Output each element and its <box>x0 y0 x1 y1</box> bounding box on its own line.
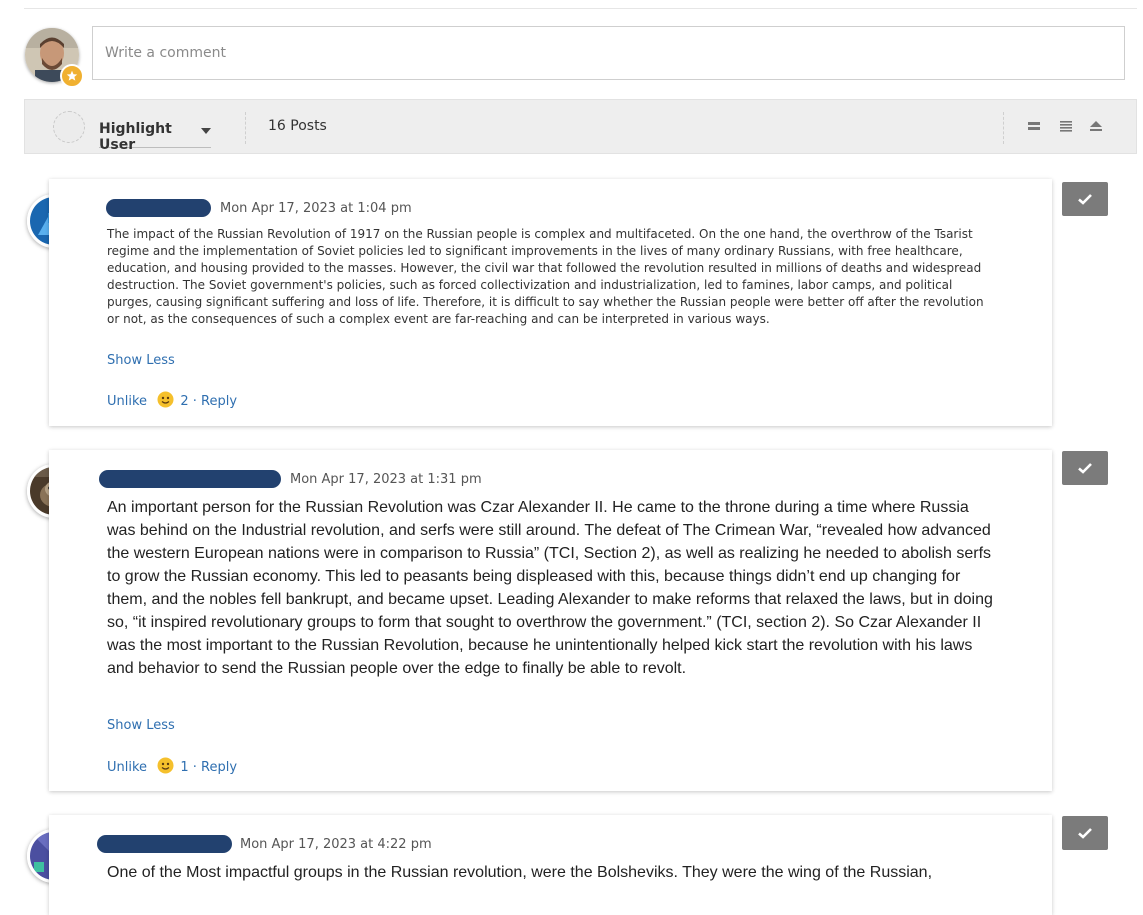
mark-reviewed-button[interactable] <box>1062 182 1108 216</box>
reply-link[interactable]: Reply <box>201 760 237 775</box>
redacted-author-name <box>97 835 232 853</box>
show-less-link[interactable]: Show Less <box>107 353 175 368</box>
post-body: One of the Most impactful groups in the … <box>107 864 933 881</box>
comment-input[interactable] <box>92 26 1125 80</box>
post-card: Mon Apr 17, 2023 at 1:31 pm An important… <box>49 450 1052 791</box>
post-date: Mon Apr 17, 2023 at 1:04 pm <box>220 201 412 216</box>
post-card: Mon Apr 17, 2023 at 1:04 pm The impact o… <box>49 179 1052 426</box>
current-user-avatar[interactable] <box>25 28 84 88</box>
highlight-user-avatar-placeholder <box>53 111 85 143</box>
unlike-link[interactable]: Unlike <box>107 760 147 775</box>
list-compact-icon[interactable] <box>1026 118 1042 134</box>
chevron-down-icon <box>201 128 211 134</box>
separator-dot: · <box>192 394 197 409</box>
redacted-author-name <box>106 199 211 217</box>
highlight-user-dropdown[interactable]: Highlight User <box>99 113 211 153</box>
like-count[interactable]: 1 <box>180 760 188 775</box>
post-date: Mon Apr 17, 2023 at 1:31 pm <box>290 472 482 487</box>
checkmark-icon <box>1078 194 1092 205</box>
mark-reviewed-button[interactable] <box>1062 816 1108 850</box>
redacted-author-name <box>99 470 281 488</box>
reply-link[interactable]: Reply <box>201 394 237 409</box>
toolbar-divider <box>245 112 246 144</box>
checkmark-icon <box>1078 463 1092 474</box>
unlike-link[interactable]: Unlike <box>107 394 147 409</box>
post-body: The impact of the Russian Revolution of … <box>107 227 984 326</box>
post-card: Mon Apr 17, 2023 at 4:22 pm One of the M… <box>49 815 1052 915</box>
list-expanded-icon[interactable] <box>1058 118 1074 134</box>
separator-dot: · <box>192 760 197 775</box>
post-actions: Unlike 2 · Reply <box>107 391 237 410</box>
top-divider <box>24 8 1137 9</box>
posts-toolbar: Highlight User 16 Posts <box>24 99 1137 154</box>
toolbar-divider <box>1003 112 1004 144</box>
post-body: An important person for the Russian Revo… <box>107 499 993 677</box>
show-less-link[interactable]: Show Less <box>107 718 175 733</box>
mark-reviewed-button[interactable] <box>1062 451 1108 485</box>
collapse-icon[interactable] <box>1088 118 1104 134</box>
post-actions: Unlike 1 · Reply <box>107 757 237 776</box>
star-badge-icon <box>60 64 84 88</box>
smiley-reaction-icon[interactable] <box>157 391 174 408</box>
checkmark-icon <box>1078 828 1092 839</box>
like-count[interactable]: 2 <box>180 394 188 409</box>
post-date: Mon Apr 17, 2023 at 4:22 pm <box>240 837 432 852</box>
posts-count: 16 Posts <box>268 118 327 134</box>
highlight-user-label: Highlight User <box>99 121 172 153</box>
smiley-reaction-icon[interactable] <box>157 757 174 774</box>
